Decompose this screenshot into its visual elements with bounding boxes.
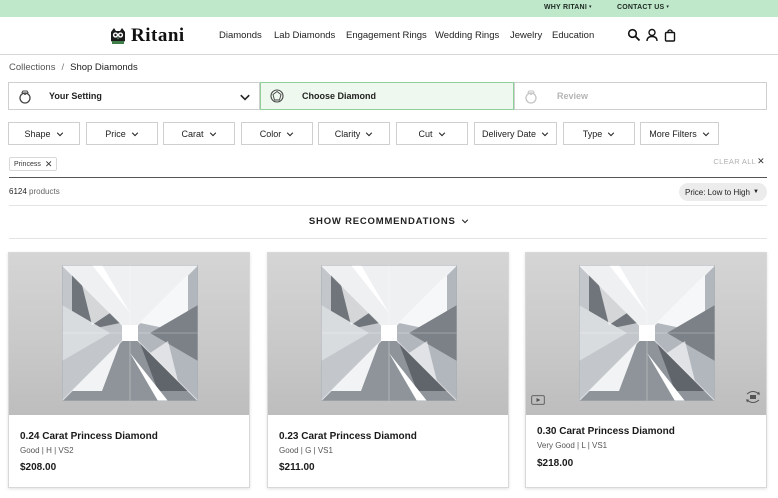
step-review: Review <box>514 82 767 110</box>
chevron-down-icon <box>607 130 615 138</box>
close-icon: ✕ <box>757 156 765 166</box>
product-card[interactable]: 0.30 Carat Princess Diamond Very Good | … <box>525 252 767 488</box>
product-price: $211.00 <box>279 462 315 473</box>
step-choose-diamond[interactable]: Choose Diamond <box>260 82 514 110</box>
product-card[interactable]: 0.23 Carat Princess Diamond Good | G | V… <box>267 252 509 488</box>
result-count-number: 6124 <box>9 187 27 196</box>
recommendations-label: SHOW RECOMMENDATIONS <box>308 216 456 227</box>
filter-cut[interactable]: Cut <box>396 122 468 145</box>
video-icon[interactable] <box>531 395 545 405</box>
princess-diamond-image <box>321 265 457 401</box>
product-card[interactable]: 0.24 Carat Princess Diamond Good | H | V… <box>8 252 250 488</box>
close-icon[interactable]: ✕ <box>45 159 53 170</box>
filter-color[interactable]: Color <box>241 122 313 145</box>
filter-label: Shape <box>24 128 51 139</box>
product-specs: Good | G | VS1 <box>279 446 333 455</box>
step-your-setting[interactable]: Your Setting <box>8 82 260 110</box>
filter-label: Color <box>259 128 282 139</box>
product-specs: Good | H | VS2 <box>20 446 74 455</box>
breadcrumb: Collections / Shop Diamonds <box>9 62 138 73</box>
chevron-down-icon <box>541 130 549 138</box>
princess-diamond-image <box>62 265 198 401</box>
contact-us-label: CONTACT US <box>617 4 665 11</box>
chevron-down-icon <box>286 130 294 138</box>
product-specs: Very Good | L | VS1 <box>537 441 608 450</box>
chevron-down-icon <box>438 130 446 138</box>
divider <box>9 238 767 239</box>
product-image[interactable] <box>526 253 766 415</box>
breadcrumb-separator: / <box>61 62 65 73</box>
filter-label: More Filters <box>649 128 697 139</box>
nav-education[interactable]: Education <box>552 30 594 41</box>
clear-all-label: CLEAR ALL <box>713 157 757 166</box>
product-price: $208.00 <box>20 462 57 473</box>
bag-icon[interactable] <box>663 28 677 42</box>
filter-label: Type <box>582 128 603 139</box>
owl-logo-icon <box>111 28 125 44</box>
step-label: Choose Diamond <box>302 91 377 101</box>
why-ritani-menu[interactable]: WHY RITANI ▾ <box>544 4 592 11</box>
filter-label: Delivery Date <box>481 128 537 139</box>
filter-label: Price <box>105 128 126 139</box>
nav-lab-diamonds[interactable]: Lab Diamonds <box>274 30 335 41</box>
product-title[interactable]: 0.23 Carat Princess Diamond <box>279 431 417 442</box>
divider <box>9 177 767 178</box>
breadcrumb-collections[interactable]: Collections <box>9 62 55 73</box>
product-title[interactable]: 0.30 Carat Princess Diamond <box>537 426 675 437</box>
product-image[interactable] <box>268 253 508 415</box>
filter-shape[interactable]: Shape <box>8 122 80 145</box>
sort-value: Price: Low to High <box>685 187 750 197</box>
chevron-down-icon <box>461 217 469 225</box>
utility-bar: WHY RITANI ▾ CONTACT US ▾ <box>0 0 778 17</box>
diamond-icon <box>270 89 284 103</box>
ring-icon <box>525 90 537 104</box>
princess-diamond-image <box>579 265 715 401</box>
result-count-label: products <box>29 187 60 196</box>
caret-down-icon: ▼ <box>753 189 759 195</box>
filter-delivery-date[interactable]: Delivery Date <box>474 122 557 145</box>
chevron-down-icon <box>239 91 251 103</box>
chevron-down-icon <box>365 130 373 138</box>
search-icon[interactable] <box>627 28 641 42</box>
user-icon[interactable] <box>645 28 659 42</box>
site-header: Ritani Diamonds Lab Diamonds Engagement … <box>0 17 778 55</box>
nav-jewelry[interactable]: Jewelry <box>510 30 542 41</box>
filter-price[interactable]: Price <box>86 122 158 145</box>
result-count: 6124 products <box>9 187 60 196</box>
nav-diamonds[interactable]: Diamonds <box>219 30 262 41</box>
chip-label: Princess <box>14 160 41 168</box>
sort-dropdown[interactable]: Price: Low to High ▼ <box>679 183 767 201</box>
chevron-down-icon <box>56 130 64 138</box>
brand-logo[interactable]: Ritani <box>108 25 185 47</box>
why-ritani-label: WHY RITANI <box>544 4 587 11</box>
divider <box>9 205 767 206</box>
nav-engagement-rings[interactable]: Engagement Rings <box>346 30 427 41</box>
clear-all-button[interactable]: CLEAR ALL✕ <box>713 156 765 167</box>
filter-label: Carat <box>181 128 204 139</box>
chevron-down-icon: ▾ <box>666 4 670 10</box>
chevron-down-icon <box>209 130 217 138</box>
ring-icon <box>19 90 31 104</box>
breadcrumb-current: Shop Diamonds <box>70 62 138 73</box>
active-filter-chip[interactable]: Princess ✕ <box>9 157 58 171</box>
filter-more[interactable]: More Filters <box>640 122 719 145</box>
filter-clarity[interactable]: Clarity <box>318 122 390 145</box>
chevron-down-icon: ▾ <box>588 4 592 10</box>
brand-wordmark: Ritani <box>131 25 185 46</box>
filter-label: Cut <box>418 128 433 139</box>
nav-wedding-rings[interactable]: Wedding Rings <box>435 30 499 41</box>
show-recommendations-toggle[interactable]: SHOW RECOMMENDATIONS <box>0 216 778 227</box>
contact-us-menu[interactable]: CONTACT US ▾ <box>617 4 669 11</box>
step-label: Review <box>557 91 589 101</box>
filter-carat[interactable]: Carat <box>163 122 235 145</box>
filter-type[interactable]: Type <box>563 122 635 145</box>
product-image[interactable] <box>9 253 249 415</box>
filter-label: Clarity <box>334 128 361 139</box>
360-view-icon[interactable] <box>744 389 762 405</box>
step-label: Your Setting <box>49 91 102 101</box>
chevron-down-icon <box>131 130 139 138</box>
product-price: $218.00 <box>537 458 574 469</box>
chevron-down-icon <box>702 130 710 138</box>
product-title[interactable]: 0.24 Carat Princess Diamond <box>20 431 158 442</box>
